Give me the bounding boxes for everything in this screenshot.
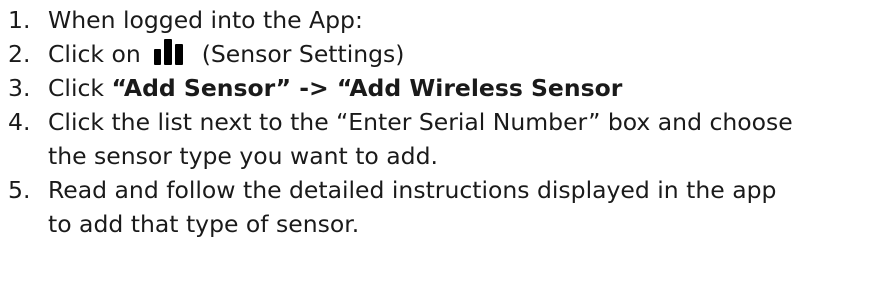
- step-number: 5.: [8, 176, 31, 204]
- step-text-before-icon: Click on: [48, 40, 141, 68]
- step-text: Read and follow the detailed instruction…: [48, 173, 868, 241]
- step-text-line-2: to add that type of sensor.: [48, 210, 360, 238]
- step-text-after-icon: (Sensor Settings): [201, 40, 405, 68]
- step-text: Click “Add Sensor” -> “Add Wireless Sens…: [48, 71, 868, 105]
- step-5: 5. Read and follow the detailed instruct…: [8, 173, 868, 241]
- step-text: When logged into the App:: [48, 6, 363, 34]
- step-3: 3. Click “Add Sensor” -> “Add Wireless S…: [8, 71, 868, 105]
- bar-chart-icon: [154, 39, 184, 65]
- step-number: 2.: [8, 40, 31, 68]
- step-text-bold: “Add Sensor” -> “Add Wireless Sensor: [111, 74, 623, 102]
- step-text: Click the list next to the “Enter Serial…: [48, 105, 868, 173]
- step-text-line-1: Click the list next to the “Enter Serial…: [48, 108, 793, 136]
- step-number: 3.: [8, 74, 31, 102]
- step-2: 2. Click on (Sensor Settings): [8, 37, 868, 71]
- step-text-line-1: Read and follow the detailed instruction…: [48, 176, 777, 204]
- step-number: 1.: [8, 6, 31, 34]
- step-1: 1. When logged into the App:: [8, 3, 868, 37]
- step-4: 4. Click the list next to the “Enter Ser…: [8, 105, 868, 173]
- instruction-list: 1. When logged into the App: 2. Click on…: [8, 3, 868, 241]
- step-text-prefix: Click: [48, 74, 104, 102]
- step-text: Click on (Sensor Settings): [48, 37, 868, 71]
- step-number: 4.: [8, 108, 31, 136]
- step-text-line-2: the sensor type you want to add.: [48, 142, 438, 170]
